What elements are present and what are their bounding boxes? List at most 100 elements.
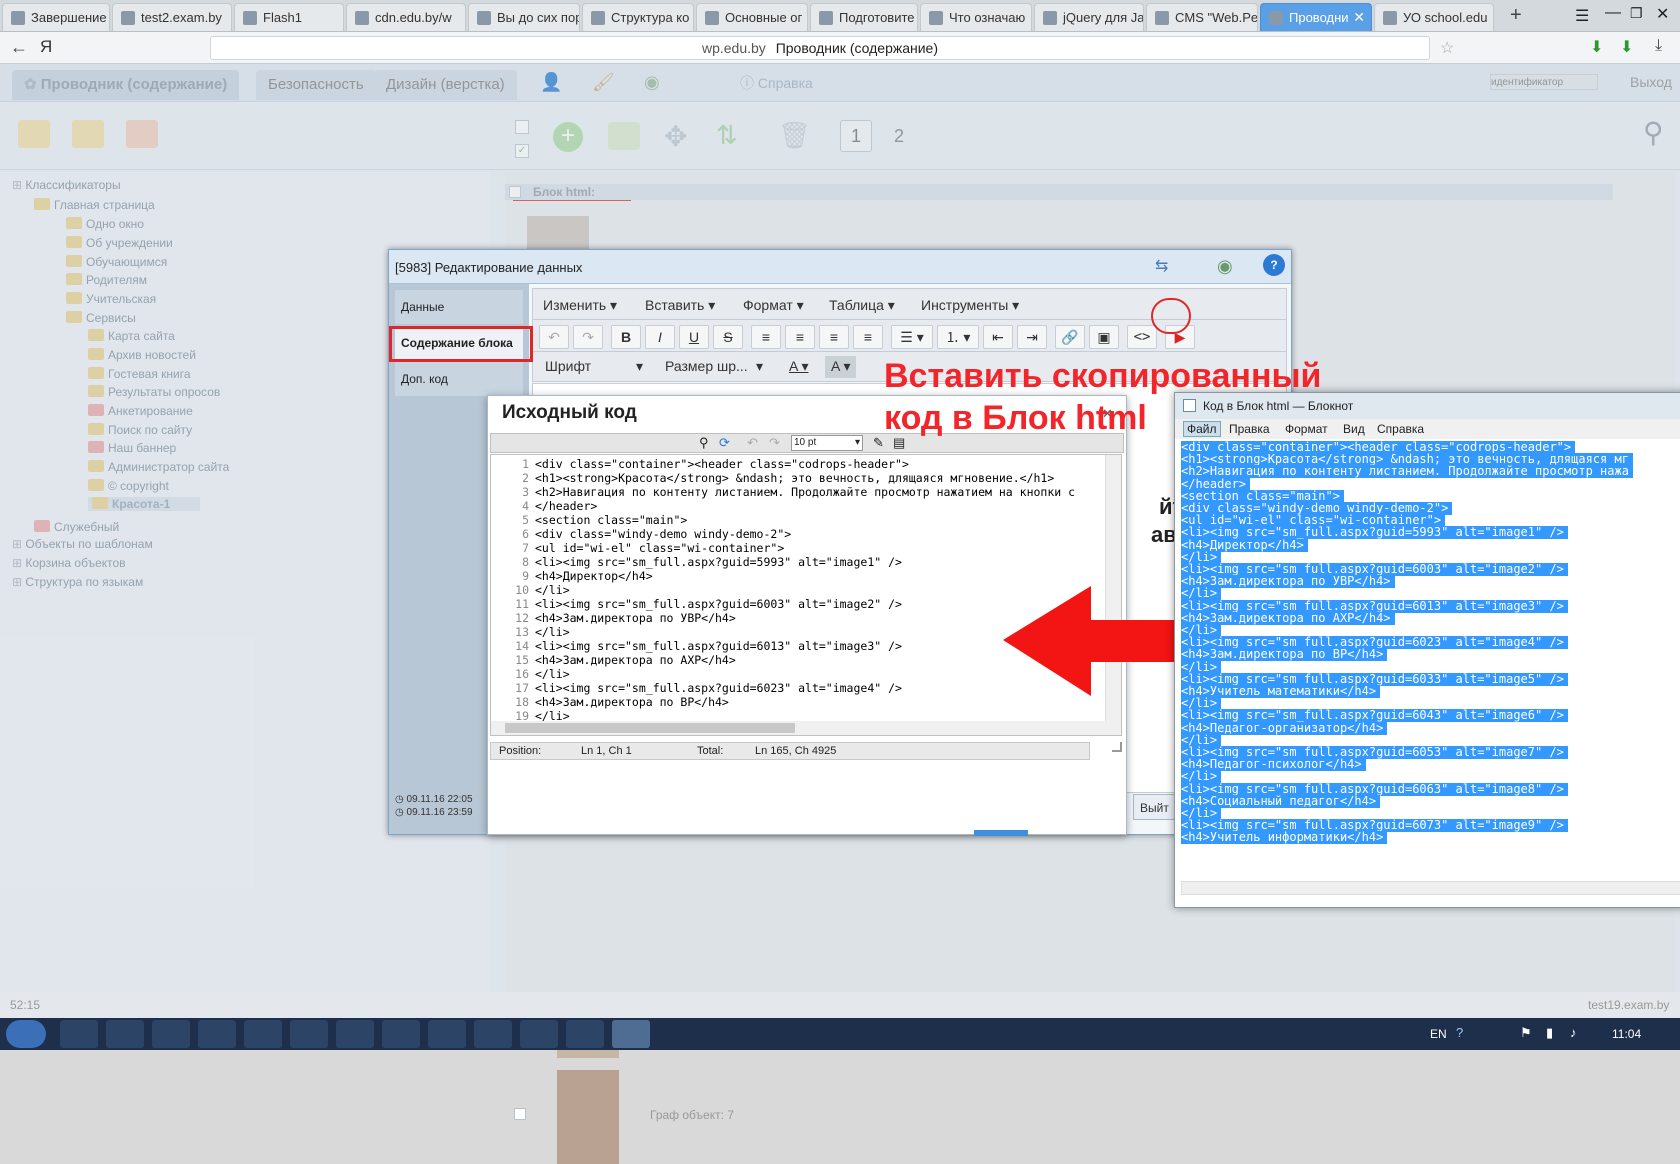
bold-icon[interactable]: B bbox=[611, 325, 641, 349]
restore-button[interactable]: ❐ bbox=[1630, 5, 1643, 22]
align-right-icon[interactable]: ≡ bbox=[819, 325, 849, 349]
browser-tab[interactable]: CMS "Web.Pe bbox=[1146, 3, 1258, 31]
yandex-logo[interactable]: Я bbox=[40, 37, 52, 57]
browser-tab[interactable]: Основные ог bbox=[696, 3, 808, 31]
ie-icon[interactable] bbox=[60, 1020, 98, 1048]
extension-icon[interactable]: ⬇ bbox=[1620, 37, 1633, 57]
image-icon[interactable]: ▣ bbox=[1089, 325, 1119, 349]
notepad-hscrollbar[interactable] bbox=[1181, 881, 1680, 895]
autoformat-icon[interactable]: ✎ bbox=[873, 435, 884, 451]
redo-icon[interactable]: ↷ bbox=[769, 435, 780, 451]
telegram-icon[interactable] bbox=[566, 1020, 604, 1048]
undo-icon[interactable]: ↶ bbox=[747, 435, 758, 451]
bg-color-button[interactable]: A ▾ bbox=[825, 356, 857, 378]
browser-tab[interactable]: УО school.edu bbox=[1374, 3, 1494, 31]
network-icon[interactable]: ▮ bbox=[1546, 1025, 1553, 1041]
redo-icon[interactable]: ↷ bbox=[573, 325, 603, 349]
menu-insert[interactable]: Вставить ▾ bbox=[645, 297, 715, 314]
favicon-icon bbox=[819, 11, 833, 25]
strikethrough-icon[interactable]: S bbox=[713, 325, 743, 349]
menu-tools[interactable]: Инструменты ▾ bbox=[921, 297, 1019, 314]
help-tray-icon[interactable]: ? bbox=[1456, 1025, 1463, 1040]
menu-table[interactable]: Таблица ▾ bbox=[829, 297, 895, 314]
menu-icon[interactable]: ☰ bbox=[1575, 6, 1589, 26]
url-field[interactable]: wp.edu.by Проводник (содержание) bbox=[210, 36, 1430, 60]
notepad-window: Код в Блок html — Блокнот Файл Правка Фо… bbox=[1174, 392, 1680, 908]
back-icon[interactable]: ← bbox=[10, 37, 28, 58]
volume-icon[interactable]: ♪ bbox=[1570, 1025, 1577, 1040]
browser-tab[interactable]: Flash1 bbox=[234, 3, 344, 31]
windows-taskbar: EN ? ⚑ ▮ ♪ 11:04 bbox=[0, 1018, 1680, 1050]
browser-tab[interactable]: Что означаю bbox=[920, 3, 1032, 31]
menu-help[interactable]: Справка bbox=[1377, 422, 1424, 436]
italic-icon[interactable]: I bbox=[645, 325, 675, 349]
menu-format[interactable]: Формат ▾ bbox=[743, 297, 804, 314]
undo-icon[interactable]: ↶ bbox=[539, 325, 569, 349]
nav-extra-code[interactable]: Доп. код bbox=[395, 362, 523, 396]
thumbnail-bottom[interactable] bbox=[557, 1070, 619, 1164]
nav-data[interactable]: Данные bbox=[395, 290, 523, 324]
position-label: Position: bbox=[499, 745, 542, 757]
underline-icon[interactable]: U bbox=[679, 325, 709, 349]
browser-tab[interactable]: jQuery для Ja bbox=[1034, 3, 1144, 31]
help-icon[interactable]: ? bbox=[1263, 254, 1285, 276]
code-line: </li> bbox=[535, 583, 570, 597]
explorer-icon[interactable] bbox=[106, 1020, 144, 1048]
justify-icon[interactable]: ≡ bbox=[853, 325, 883, 349]
minimize-button[interactable]: — bbox=[1605, 4, 1621, 22]
size-select[interactable]: Размер шр... ▾ bbox=[659, 356, 769, 378]
browser-tab-label: Проводни bbox=[1289, 10, 1349, 25]
download-arrow-icon[interactable]: ⤓ bbox=[1655, 37, 1662, 55]
browser-tab[interactable]: cdn.edu.by/w bbox=[346, 3, 466, 31]
numbered-list-icon[interactable]: ⒈ ▾ bbox=[937, 325, 979, 349]
nav-highlight-box bbox=[389, 326, 533, 362]
browser-tab[interactable]: Проводни ✕ bbox=[1260, 3, 1372, 31]
word-icon[interactable] bbox=[382, 1020, 420, 1048]
ok-button[interactable] bbox=[974, 830, 1028, 836]
language-indicator[interactable]: EN bbox=[1430, 1027, 1447, 1041]
find-icon[interactable]: ⚲ bbox=[699, 435, 709, 451]
bookmark-star-icon[interactable]: ☆ bbox=[1440, 38, 1454, 58]
browser-tab-label: Основные ог bbox=[725, 10, 803, 25]
browser-tab[interactable]: Структура ко bbox=[582, 3, 694, 31]
align-center-icon[interactable]: ≡ bbox=[785, 325, 815, 349]
media-icon[interactable] bbox=[520, 1020, 558, 1048]
clock[interactable]: 11:04 bbox=[1612, 1027, 1641, 1041]
notepad-text[interactable]: <div class="container"><header class="co… bbox=[1181, 441, 1680, 865]
flag-icon[interactable]: ⚑ bbox=[1520, 1025, 1532, 1041]
horizontal-scroll-thumb[interactable] bbox=[505, 723, 795, 733]
viber-icon[interactable] bbox=[290, 1020, 328, 1048]
browser-tab[interactable]: test2.exam.by bbox=[112, 3, 232, 31]
translate-icon[interactable]: ⇆ bbox=[1155, 256, 1168, 276]
new-tab-button[interactable]: + bbox=[1510, 4, 1522, 27]
yandex-icon[interactable] bbox=[244, 1020, 282, 1048]
indent-icon[interactable]: ⇥ bbox=[1017, 325, 1047, 349]
font-select[interactable]: Шрифт ▾ bbox=[539, 356, 649, 378]
outdent-icon[interactable]: ⇤ bbox=[983, 325, 1013, 349]
menu-edit[interactable]: Изменить ▾ bbox=[543, 297, 617, 314]
notepad-taskbar-icon[interactable] bbox=[612, 1020, 650, 1048]
browser-tab[interactable]: Вы до сих пор bbox=[468, 3, 580, 31]
photoshop-icon[interactable] bbox=[474, 1020, 512, 1048]
close-tab-icon[interactable]: ✕ bbox=[1353, 9, 1365, 26]
bullet-list-icon[interactable]: ☰ ▾ bbox=[891, 325, 933, 349]
align-left-icon[interactable]: ≡ bbox=[751, 325, 781, 349]
app-icon[interactable] bbox=[198, 1020, 236, 1048]
fontsize-select[interactable]: 10 pt ▾ bbox=[791, 435, 863, 451]
replace-icon[interactable]: ⟳ bbox=[719, 435, 730, 451]
tools-icon[interactable] bbox=[336, 1020, 374, 1048]
resize-handle[interactable] bbox=[1112, 742, 1122, 752]
download-icon[interactable]: ⬇ bbox=[1590, 37, 1603, 57]
notes-icon[interactable] bbox=[428, 1020, 466, 1048]
row-checkbox[interactable] bbox=[514, 1108, 526, 1120]
link-icon[interactable]: 🔗 bbox=[1055, 325, 1085, 349]
browser-tab[interactable]: Подготовите bbox=[810, 3, 918, 31]
globe-icon[interactable]: ◉ bbox=[1217, 256, 1233, 277]
start-button[interactable] bbox=[6, 1020, 46, 1048]
chrome-icon[interactable] bbox=[152, 1020, 190, 1048]
text-color-button[interactable]: A ▾ bbox=[783, 356, 814, 378]
browser-tab[interactable]: Завершение bbox=[2, 3, 110, 31]
source-code-icon[interactable]: <> bbox=[1127, 325, 1157, 349]
close-window-button[interactable]: ✕ bbox=[1656, 4, 1669, 24]
line-number: 6 bbox=[522, 527, 529, 541]
